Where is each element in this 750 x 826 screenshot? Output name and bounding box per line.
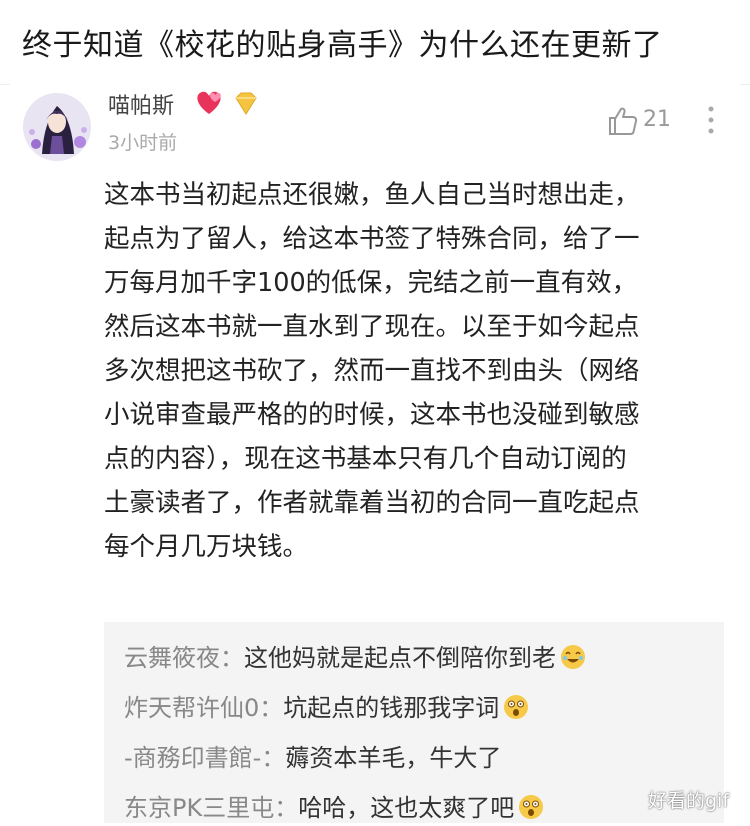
reply-item[interactable]: -商務印書館-：薅资本羊毛，牛大了 (124, 738, 501, 773)
comment-line: 每个月几万块钱。 (104, 532, 309, 562)
watermark: 好看的gif (648, 790, 730, 812)
username[interactable]: 喵帕斯 (108, 88, 174, 120)
reply-username[interactable]: -商務印書館-： (124, 744, 285, 772)
reply-username[interactable]: 炸天帮许仙0： (124, 694, 283, 722)
more-options-icon[interactable] (705, 104, 717, 140)
level-badge-icon (232, 92, 260, 120)
comment-line: 多次想把这书砍了，然而一直找不到由头（网络 (104, 356, 640, 386)
reply-username[interactable]: 东京PK三里屯： (124, 794, 298, 822)
reply-item[interactable]: 炸天帮许仙0：坑起点的钱那我字词 (124, 688, 529, 726)
reply-username[interactable]: 云舞筱夜： (124, 644, 244, 672)
reply-list: 云舞筱夜：这他妈就是起点不倒陪你到老 炸天帮许仙0：坑起点的钱那我字词 -商務印… (104, 622, 724, 823)
reply-text: 薅资本羊毛，牛大了 (285, 744, 502, 772)
comment-line: 土豪读者了，作者就靠着当初的合同一直吃起点 (104, 488, 640, 518)
like-count: 21 (643, 107, 671, 132)
comment-line: 起点为了留人，给这本书签了特殊合同，给了一 (104, 224, 640, 254)
thumbs-up-icon[interactable] (607, 106, 639, 140)
comment-line: 万每月加千字100的低保，完结之前一直有效， (104, 268, 638, 298)
comment-text: 这本书当初起点还很嫩，鱼人自己当时想出走， 起点为了留人，给这本书签了特殊合同，… (104, 173, 724, 569)
shocked-emoji-icon (503, 694, 529, 726)
reply-item[interactable]: 东京PK三里屯：哈哈，这也太爽了吧 (124, 788, 544, 826)
comment-line: 然后这本书就一直水到了现在。以至于如今起点 (104, 312, 640, 342)
reply-text: 坑起点的钱那我字词 (283, 694, 500, 722)
comment-line: 点的内容），现在这书基本只有几个自动订阅的 (104, 444, 627, 474)
reply-text: 这他妈就是起点不倒陪你到老 (244, 644, 556, 672)
laughing-emoji-icon (560, 644, 586, 676)
heart-badge-icon (193, 88, 225, 120)
reply-text: 哈哈，这也太爽了吧 (298, 794, 515, 822)
avatar[interactable] (22, 92, 92, 162)
comment-time: 3小时前 (108, 132, 178, 154)
comment-line: 这本书当初起点还很嫩，鱼人自己当时想出走， (104, 180, 640, 210)
header-bar: 终于知道《校花的贴身高手》为什么还在更新了 (0, 0, 750, 85)
reply-item[interactable]: 云舞筱夜：这他妈就是起点不倒陪你到老 (124, 638, 586, 676)
comment-line: 小说审查最严格的的时候，这本书也没碰到敏感 (104, 400, 640, 430)
shocked-emoji-icon (518, 794, 544, 826)
page-title: 终于知道《校花的贴身高手》为什么还在更新了 (22, 28, 663, 63)
